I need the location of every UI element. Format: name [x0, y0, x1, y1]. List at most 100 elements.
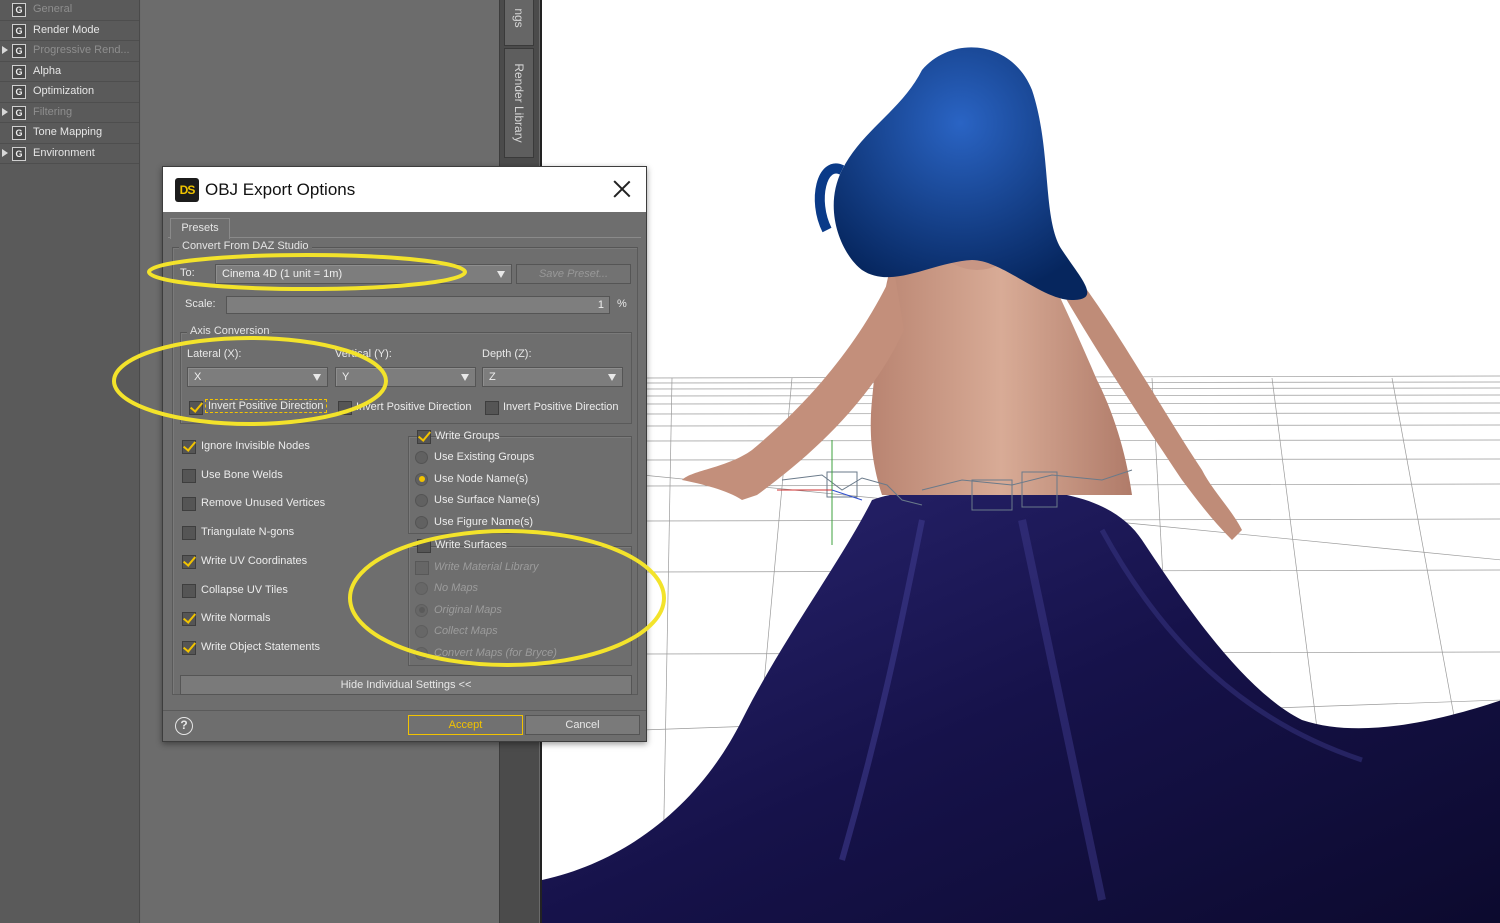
write-groups-label[interactable]: Write Groups [435, 430, 500, 442]
accept-button[interactable]: Accept [408, 715, 523, 735]
chevron-down-icon [313, 374, 321, 381]
obj-export-dialog: DS OBJ Export Options Presets Convert Fr… [162, 166, 647, 742]
invert-depth-checkbox[interactable] [485, 401, 499, 415]
option-checkbox[interactable] [182, 468, 196, 483]
render-settings-panel: G General G Render Mode G Progressive Rend...… [0, 0, 140, 923]
option-checkbox[interactable] [182, 640, 196, 655]
dress [542, 489, 1500, 923]
radio-label[interactable]: Use Surface Name(s) [434, 494, 540, 506]
option-label[interactable]: Remove Unused Vertices [201, 497, 325, 509]
tab-render-settings[interactable]: ngs [504, 0, 534, 46]
radio-label[interactable]: Collect Maps [434, 625, 498, 637]
radio-label[interactable]: No Maps [434, 582, 478, 594]
invert-lateral-checkbox[interactable] [189, 401, 203, 415]
vertical-axis-select[interactable]: Y [335, 367, 476, 387]
option-checkbox[interactable] [182, 526, 196, 541]
radio-button[interactable] [415, 582, 428, 595]
radio-button[interactable] [415, 515, 428, 529]
scale-unit: % [617, 298, 627, 310]
radio-button[interactable] [415, 451, 428, 464]
expand-arrow-icon[interactable] [2, 46, 8, 54]
dialog-titlebar[interactable]: DS OBJ Export Options [163, 167, 646, 212]
dialog-title: OBJ Export Options [205, 180, 356, 199]
lateral-axis-select[interactable]: X [187, 367, 328, 387]
write-groups-checkbox[interactable] [417, 430, 431, 444]
scale-input[interactable]: 1 [226, 296, 610, 314]
radio-button[interactable] [415, 625, 428, 638]
settings-group-label: Alpha [33, 64, 62, 77]
radio-label[interactable]: Use Existing Groups [434, 451, 534, 463]
dialog-body: Presets Convert From DAZ Studio To: Cine… [168, 216, 641, 706]
option-label[interactable]: Write Object Statements [201, 641, 320, 653]
settings-group-label: Optimization [33, 85, 95, 97]
radio-label[interactable]: Use Node Name(s) [434, 473, 528, 485]
tab-presets[interactable]: Presets [170, 218, 230, 239]
settings-group-label: Tone Mapping [33, 126, 103, 138]
write-material-library-label[interactable]: Write Material Library [434, 561, 539, 573]
settings-group-item[interactable]: G Environment [0, 144, 139, 164]
radio-button[interactable] [415, 472, 428, 486]
radio-label[interactable]: Use Figure Name(s) [434, 516, 533, 528]
radio-label[interactable]: Convert Maps (for Bryce) [434, 647, 557, 659]
option-checkbox[interactable] [182, 554, 196, 569]
settings-group-item[interactable]: G Optimization [0, 82, 139, 103]
group-icon: G [12, 85, 26, 99]
tab-render-library[interactable]: Render Library [504, 48, 534, 158]
invert-depth-label[interactable]: Invert Positive Direction [503, 401, 619, 413]
scale-label: Scale: [185, 298, 216, 310]
settings-group-item[interactable]: G General [0, 0, 139, 21]
to-label: To: [180, 267, 195, 279]
write-surfaces-label[interactable]: Write Surfaces [435, 539, 507, 551]
option-label[interactable]: Ignore Invisible Nodes [201, 440, 310, 452]
depth-label: Depth (Z): [482, 348, 532, 360]
option-label[interactable]: Use Bone Welds [201, 469, 283, 481]
option-checkbox[interactable] [182, 440, 196, 454]
write-material-library-checkbox[interactable] [415, 561, 429, 575]
axis-group-title: Axis Conversion [187, 325, 273, 337]
dialog-footer: ? Accept Cancel [163, 710, 646, 741]
torso [870, 255, 1132, 495]
tab-bar: Presets [168, 216, 641, 239]
convert-group-title: Convert From DAZ Studio [179, 240, 312, 252]
chevron-down-icon [461, 374, 469, 381]
hide-individual-settings-button[interactable]: Hide Individual Settings << [180, 675, 632, 695]
option-checkbox[interactable] [182, 583, 196, 598]
depth-axis-select[interactable]: Z [482, 367, 623, 387]
option-label[interactable]: Write Normals [201, 612, 270, 624]
cancel-button[interactable]: Cancel [525, 715, 640, 735]
close-icon[interactable] [610, 177, 634, 201]
option-checkbox[interactable] [182, 497, 196, 512]
save-preset-button[interactable]: Save Preset... [516, 264, 631, 284]
chevron-down-icon [608, 374, 616, 381]
radio-button[interactable] [415, 494, 428, 507]
settings-group-item[interactable]: G Progressive Rend... [0, 41, 139, 62]
option-checkbox[interactable] [182, 612, 196, 627]
to-preset-select[interactable]: Cinema 4D (1 unit = 1m) [215, 264, 512, 284]
option-label[interactable]: Collapse UV Tiles [201, 584, 288, 596]
write-surfaces-checkbox[interactable] [417, 539, 431, 553]
vertical-label: Vertical (Y): [335, 348, 392, 360]
radio-label[interactable]: Original Maps [434, 604, 502, 616]
expand-arrow-icon[interactable] [2, 148, 8, 157]
settings-group-item[interactable]: G Alpha [0, 62, 139, 82]
lateral-label: Lateral (X): [187, 348, 242, 360]
3d-viewport[interactable] [540, 0, 1500, 923]
option-label[interactable]: Triangulate N-gons [201, 526, 294, 538]
settings-group-item[interactable]: G Render Mode [0, 21, 139, 41]
group-icon: G [12, 105, 26, 120]
invert-vertical-checkbox[interactable] [338, 401, 352, 415]
radio-button[interactable] [415, 603, 428, 617]
left-arm [682, 270, 904, 500]
group-icon: G [12, 23, 26, 38]
settings-group-item[interactable]: G Tone Mapping [0, 123, 139, 144]
invert-lateral-label[interactable]: Invert Positive Direction [205, 399, 327, 413]
to-preset-value: Cinema 4D (1 unit = 1m) [222, 268, 343, 280]
viewport-scene [542, 0, 1500, 923]
radio-button[interactable] [415, 646, 428, 660]
help-icon[interactable]: ? [175, 717, 193, 735]
settings-group-item[interactable]: G Filtering [0, 103, 139, 123]
invert-vertical-label[interactable]: Invert Positive Direction [356, 401, 472, 413]
option-label[interactable]: Write UV Coordinates [201, 555, 307, 567]
settings-group-label: Render Mode [33, 23, 100, 36]
expand-arrow-icon[interactable] [2, 107, 8, 116]
